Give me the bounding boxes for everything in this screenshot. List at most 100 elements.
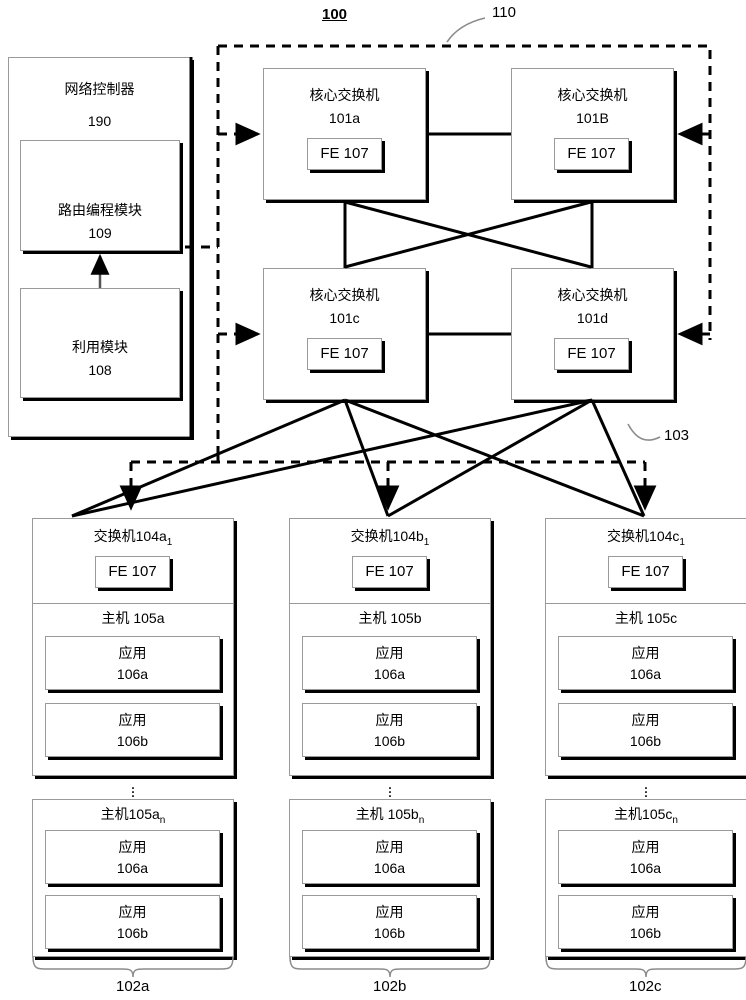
rack-b-host-1-app-a-title: 应用: [375, 646, 404, 662]
rack-b-host-n-ref-sub: n: [418, 814, 425, 826]
rack-c-switch-ref-sub: 1: [679, 536, 685, 548]
rack-c-ellipsis: ...: [643, 774, 649, 801]
rack-c-host-n-ref-sub: n: [672, 814, 678, 826]
core-switch-101a-fe-label: FE 107: [320, 145, 369, 162]
rack-a-host-1-app-b-title: 应用: [118, 713, 147, 729]
rack-a-divider: [33, 603, 233, 604]
rack-b-host-1-app-a-ref: 106a: [373, 666, 406, 682]
rack-a-switch-ref-sub: 1: [166, 536, 173, 548]
rack-c-host-n-ref: 105c: [642, 806, 673, 822]
brace-102c: [545, 956, 746, 978]
rack-b-switch-ref: 104b: [392, 528, 424, 544]
link-101d-104c: [590, 399, 646, 517]
brace-102a: [32, 956, 234, 978]
rack-c-switch-ref: 104c: [649, 528, 680, 544]
rack-b-host-1-title: 主机: [358, 611, 387, 627]
rack-a-host-1-app-a-title: 应用: [118, 646, 147, 662]
core-switch-101d-fe-label: FE 107: [567, 345, 616, 362]
rack-b-host-1-app-b-ref: 106b: [373, 733, 406, 749]
rack-b-ellipsis: ...: [387, 774, 393, 801]
rack-b-group-ref: 102b: [373, 978, 407, 995]
core-switch-101d-title: 核心交换机: [557, 288, 628, 304]
rack-a-switch-title: 交换机: [93, 529, 136, 545]
rack-a-host-n-title: 主机: [100, 807, 129, 823]
rack-a-host-1-app-b-ref: 106b: [116, 733, 149, 749]
rack-a-host-n-app-a-title: 应用: [118, 840, 147, 856]
core-group-ref-110: 110: [492, 4, 516, 21]
rack-c-host-1-app-a-title: 应用: [631, 646, 660, 662]
rack-c-host-n-app-a-title: 应用: [631, 840, 660, 856]
rack-a-host-1-ref: 105a: [133, 610, 165, 626]
rack-a-switch-ref: 104a: [135, 528, 167, 544]
access-group-ref-103: 103: [664, 427, 690, 444]
rack-b-host-n-label: 主机 105bn: [289, 806, 491, 826]
rack-a-host-n-ref-sub: n: [159, 814, 166, 826]
rack-a-host-n-label: 主机105an: [32, 806, 234, 826]
rack-a-host-1-title: 主机: [101, 611, 130, 627]
rack-a-host-n-app-b-ref: 106b: [116, 925, 149, 941]
figure-number-100: 100: [322, 6, 348, 23]
rack-c-host-n-title: 主机: [614, 807, 643, 823]
rack-a-switch-label: 交换机104a1: [32, 528, 234, 548]
rack-b-switch-fe-label: FE 107: [365, 563, 414, 580]
utilization-module-title: 利用模块: [72, 340, 128, 356]
rack-c-host-1-label: 主机 105c: [545, 610, 746, 630]
rack-b-host-n-app-a-title: 应用: [375, 840, 404, 856]
rack-b-switch-label: 交换机104b1: [289, 528, 491, 548]
rack-b-switch-ref-sub: 1: [423, 536, 430, 548]
link-101c-104b: [343, 399, 390, 517]
routing-programming-module-title: 路由编程模块: [58, 203, 142, 219]
rack-c-host-n-app-a-ref: 106a: [629, 860, 662, 876]
rack-a-host-n-ref: 105a: [128, 806, 160, 822]
rack-a-host-n-app-b-title: 应用: [118, 905, 147, 921]
rack-a-group-ref: 102a: [116, 978, 150, 995]
rack-c-switch-fe-label: FE 107: [621, 563, 670, 580]
rack-c-host-1-ref: 105c: [646, 610, 678, 626]
rack-b-host-1-ref: 105b: [390, 610, 422, 626]
network-controller-ref: 190: [87, 113, 112, 129]
rack-b-host-n-ref: 105b: [387, 806, 419, 822]
rack-c-host-1-title: 主机: [614, 611, 643, 627]
rack-c-host-n-app-b-ref: 106b: [629, 925, 662, 941]
rack-c-host-n-label: 主机105cn: [545, 806, 746, 826]
core-switch-101c-fe-label: FE 107: [320, 345, 369, 362]
link-101a-101d: [344, 200, 592, 269]
core-switch-101B-ref: 101B: [576, 110, 609, 126]
rack-c-host-1-app-b-ref: 106b: [629, 733, 662, 749]
utilization-module-ref: 108: [88, 362, 112, 378]
brace-102b: [289, 956, 491, 978]
rack-b-switch-title: 交换机: [350, 529, 393, 545]
leader-103: [627, 423, 661, 441]
core-switch-101c-ref: 101c: [329, 310, 360, 326]
rack-a-host-1-label: 主机 105a: [32, 610, 234, 630]
rack-c-host-n-app-b-title: 应用: [631, 905, 660, 921]
leader-110: [446, 17, 486, 43]
rack-b-host-1-app-b-title: 应用: [375, 713, 404, 729]
rack-a-host-1-app-a-ref: 106a: [116, 666, 149, 682]
rack-a-host-n-app-a-ref: 106a: [116, 860, 149, 876]
routing-programming-module-ref: 109: [88, 225, 112, 241]
rack-b-host-n-app-a-ref: 106a: [373, 860, 406, 876]
rack-b-host-n-title: 主机: [355, 807, 384, 823]
rack-b-host-1-label: 主机 105b: [289, 610, 491, 630]
network-controller-title: 网络控制器: [64, 82, 135, 98]
rack-c-host-1-app-b-title: 应用: [631, 713, 660, 729]
core-switch-101c-title: 核心交换机: [309, 288, 380, 304]
core-switch-101d-ref: 101d: [576, 310, 609, 326]
rack-c-switch-label: 交换机104c1: [545, 528, 746, 548]
rack-c-divider: [546, 603, 746, 604]
core-switch-101B-fe-label: FE 107: [567, 145, 616, 162]
link-101c-104c: [344, 398, 645, 518]
rack-b-divider: [290, 603, 490, 604]
rack-a-ellipsis: ...: [130, 774, 136, 801]
core-switch-101a-title: 核心交换机: [309, 88, 380, 104]
figure-canvas: 100 110 103 网络控制器 190 路由编程模块 109 利用模块 10…: [0, 0, 746, 1000]
rack-b-host-n-app-b-title: 应用: [375, 905, 404, 921]
core-switch-101B-title: 核心交换机: [557, 88, 628, 104]
link-101B-101c: [344, 200, 592, 269]
rack-b-host-n-app-b-ref: 106b: [373, 925, 406, 941]
core-switch-101a-ref: 101a: [328, 110, 361, 126]
rack-c-group-ref: 102c: [629, 978, 662, 995]
link-101d-104b: [387, 398, 593, 518]
rack-a-switch-fe-label: FE 107: [108, 563, 157, 580]
